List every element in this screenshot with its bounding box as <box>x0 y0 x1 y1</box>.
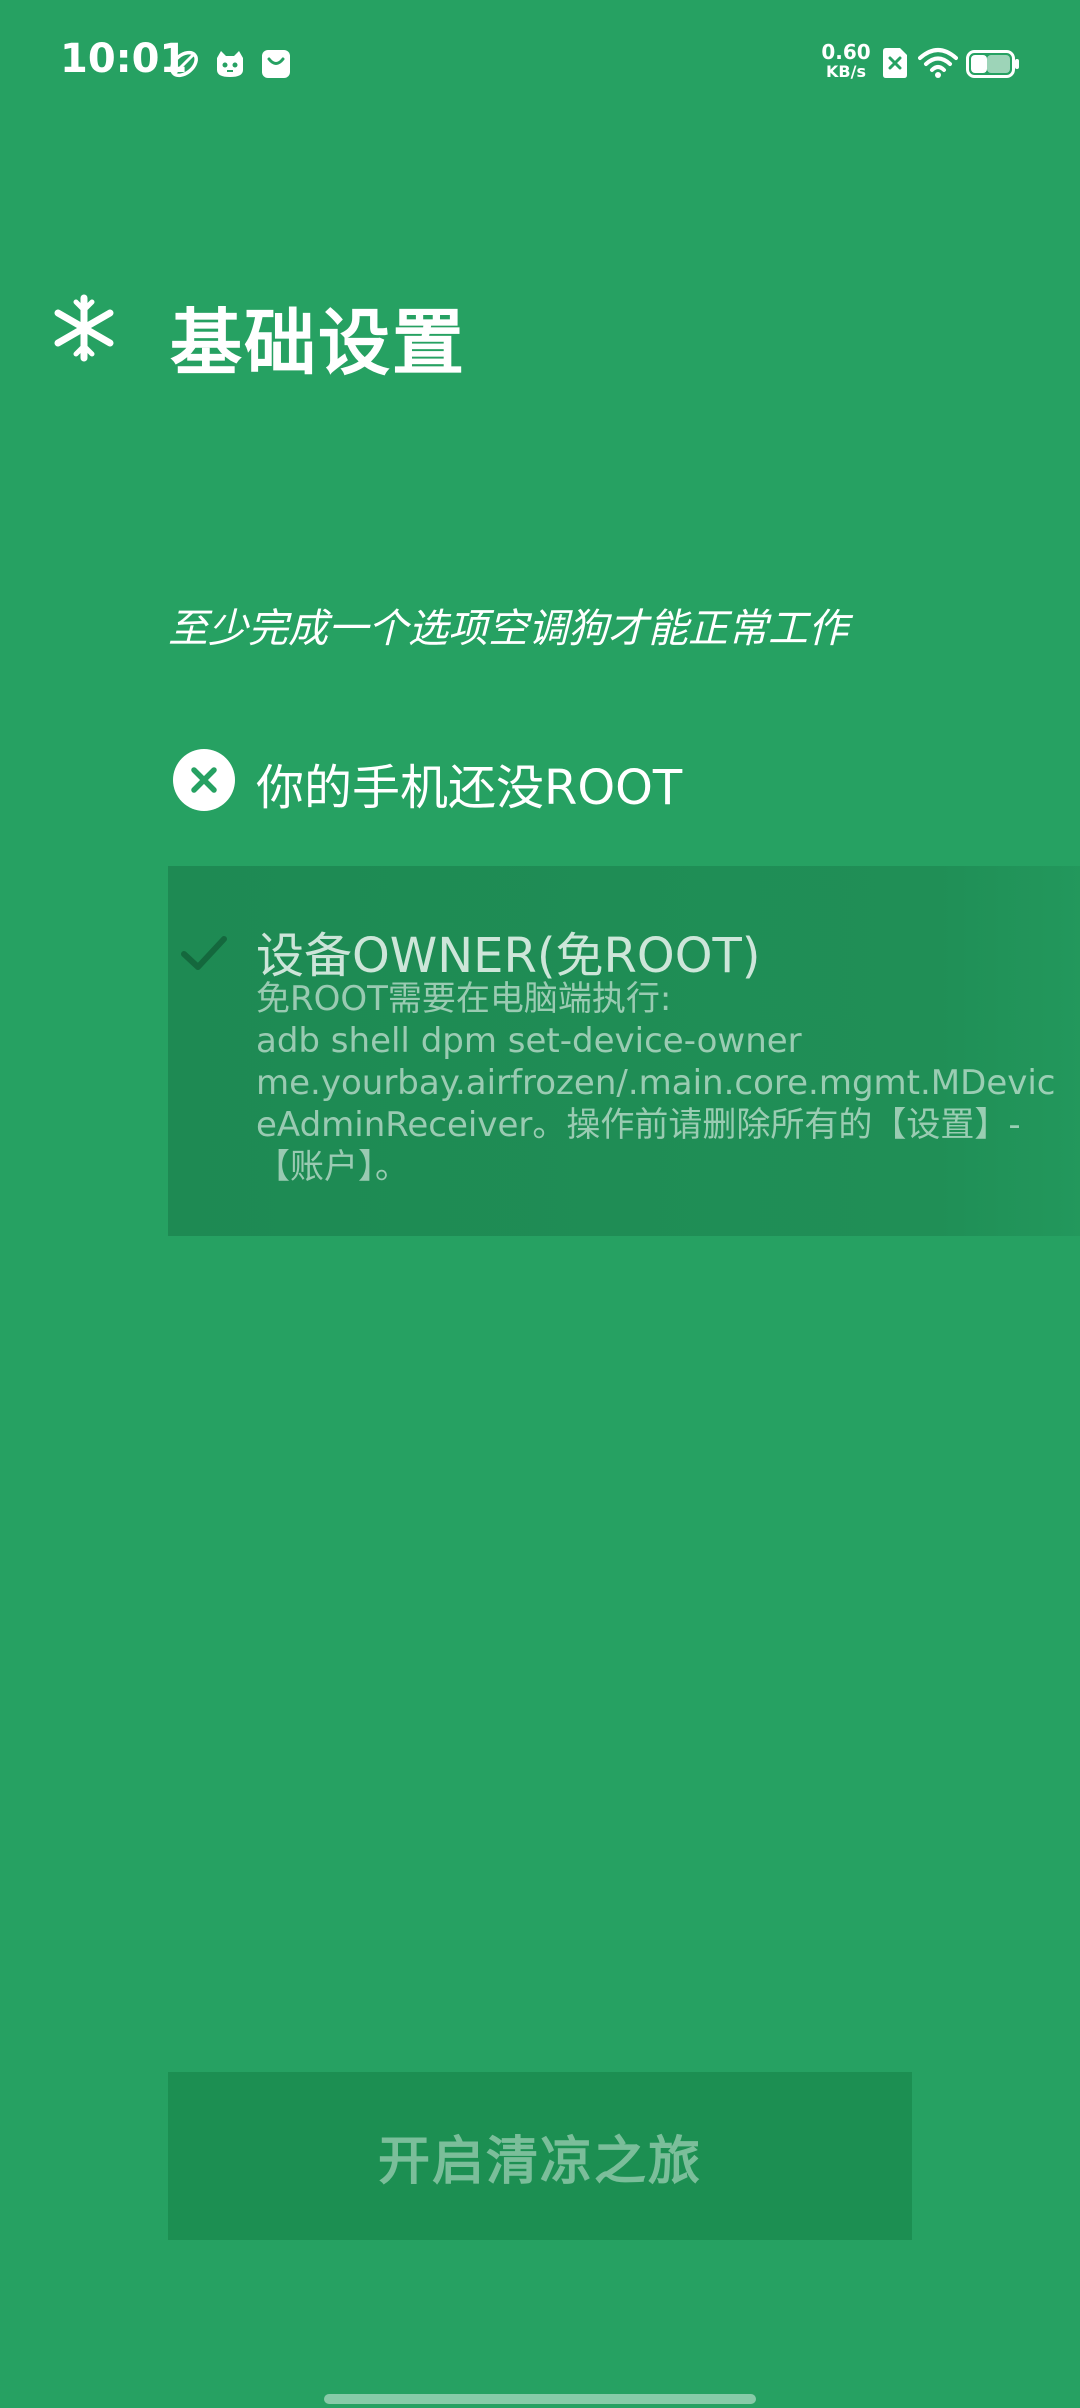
requirement-hint: 至少完成一个选项空调狗才能正常工作 <box>168 606 848 652</box>
network-speed-value: 0.60 <box>821 40 871 64</box>
status-bar: 10:01 0.60 KB/s <box>0 0 1080 130</box>
setup-screen: 10:01 0.60 KB/s 基础设置 至少完成一个选项空调狗才能正常工作 你… <box>0 0 1080 2408</box>
start-button[interactable]: 开启清凉之旅 <box>168 2072 912 2240</box>
device-owner-description: 免ROOT需要在电脑端执行: adb shell dpm set-device-… <box>256 979 1056 1187</box>
close-circle-icon <box>173 749 235 811</box>
wifi-icon <box>918 48 958 78</box>
leaf-icon <box>170 50 198 78</box>
check-icon <box>181 936 227 970</box>
snowflake-icon <box>54 294 114 362</box>
page-title: 基础设置 <box>170 301 467 385</box>
network-speed: 0.60 KB/s <box>818 42 874 82</box>
home-indicator[interactable] <box>324 2394 756 2404</box>
sim-x-icon <box>883 48 907 78</box>
battery-icon <box>966 50 1019 78</box>
root-option-label: 你的手机还没ROOT <box>256 760 683 816</box>
cat-face-icon <box>217 51 243 77</box>
network-speed-unit: KB/s <box>826 62 866 81</box>
device-owner-title: 设备OWNER(免ROOT) <box>256 928 761 984</box>
root-option[interactable]: 你的手机还没ROOT <box>168 744 1048 816</box>
bag-icon <box>262 50 290 78</box>
device-owner-option[interactable]: 设备OWNER(免ROOT) 免ROOT需要在电脑端执行: adb shell … <box>168 866 1080 1236</box>
